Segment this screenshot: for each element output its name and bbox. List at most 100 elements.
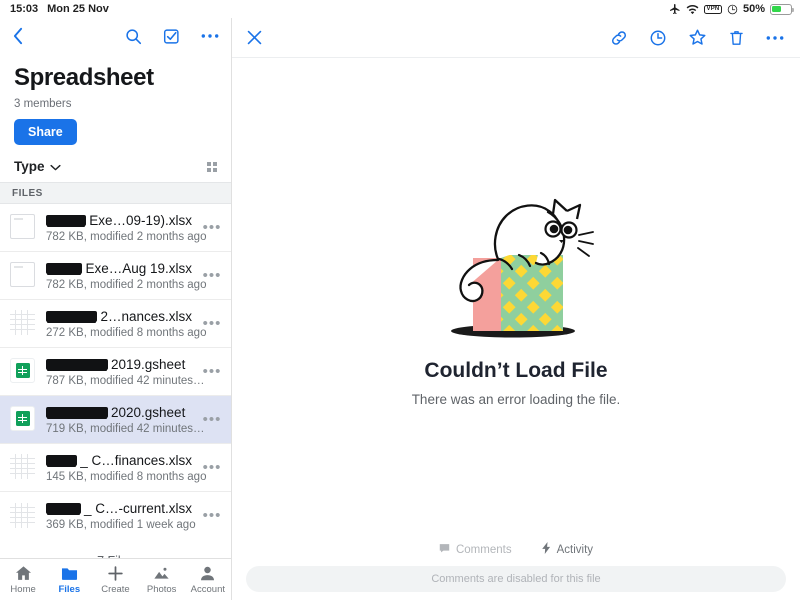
row-more-icon[interactable]: ••• [201,220,223,235]
file-name: _ C…-current.xlsx [46,501,192,516]
wifi-icon [686,4,699,15]
error-state: Couldn’t Load File There was an error lo… [232,58,800,536]
file-subtitle: 782 KB, modified 2 months ago [46,230,207,243]
status-time: 15:03 [10,3,39,15]
status-bar-left: 15:03 Mon 25 Nov [10,3,109,15]
spreadsheet-grid-thumbnail [10,502,37,530]
row-more-icon[interactable]: ••• [201,268,223,283]
sidebar-toolbar [0,18,231,54]
file-name: _ C…finances.xlsx [46,453,192,468]
cat-on-box-illustration [401,163,631,353]
trash-icon[interactable] [728,29,745,47]
spreadsheet-grid-thumbnail [10,310,37,337]
file-subtitle: 369 KB, modified 1 week ago [46,519,196,531]
type-filter-label: Type [14,159,45,174]
split-view: Spreadsheet 3 members Share Type FILES E… [0,18,800,600]
files-sidebar: Spreadsheet 3 members Share Type FILES E… [0,18,232,600]
file-meta: _ C…-current.xlsx 369 KB, modified 1 wee… [46,501,196,531]
comment-input[interactable]: Comments are disabled for this file [246,566,786,592]
file-meta: 2019.gsheet 787 KB, modified 42 minutes… [46,357,205,387]
list-item[interactable]: Exe…09-19).xlsx 782 KB, modified 2 month… [0,204,231,252]
sidebar-more-icon[interactable] [201,33,219,39]
clock-history-icon[interactable] [649,29,667,47]
star-icon[interactable] [688,28,707,47]
bottom-tab-bar: Home Files Create Photos Account [0,558,231,600]
blank-document-thumbnail [10,214,37,241]
list-item-selected[interactable]: 2020.gsheet 719 KB, modified 42 minutes…… [0,396,231,444]
footer-tabs: Comments Activity [232,536,800,566]
file-name: Exe…09-19).xlsx [46,213,192,228]
file-preview-pane: Couldn’t Load File There was an error lo… [232,18,800,600]
share-button[interactable]: Share [14,119,77,145]
row-more-icon[interactable]: ••• [201,364,223,379]
list-item[interactable]: _ C…finances.xlsx 145 KB, modified 8 mon… [0,444,231,492]
file-meta: Exe…Aug 19.xlsx 782 KB, modified 2 month… [46,260,207,291]
row-more-icon[interactable]: ••• [201,316,223,331]
location-icon [727,4,738,15]
file-subtitle: 787 KB, modified 42 minutes… [46,374,205,387]
airplane-icon [669,3,681,15]
member-count: 3 members [14,98,72,110]
redaction-bar [46,262,83,274]
redaction-bar [46,214,87,226]
list-item[interactable]: Exe…Aug 19.xlsx 782 KB, modified 2 month… [0,252,231,300]
row-more-icon[interactable]: ••• [201,460,223,475]
status-date: Mon 25 Nov [47,3,109,15]
tab-files[interactable]: Files [46,564,92,595]
preview-more-icon[interactable] [766,35,784,41]
tab-home[interactable]: Home [0,564,46,595]
preview-footer: Comments Activity Comments are disabled … [232,536,800,600]
redaction-bar [46,358,108,370]
tab-account[interactable]: Account [185,564,231,595]
redaction-bar [46,406,108,418]
row-more-icon[interactable]: ••• [201,508,223,523]
close-icon[interactable] [246,29,263,46]
file-subtitle: 782 KB, modified 2 months ago [46,278,207,291]
file-list[interactable]: Exe…09-19).xlsx 782 KB, modified 2 month… [0,204,231,558]
activity-tab[interactable]: Activity [541,542,594,557]
vpn-badge: VPN [704,4,722,14]
tab-label: Files [58,584,81,595]
error-title: Couldn’t Load File [424,359,608,382]
file-count-label: 7 Files [0,540,231,558]
google-sheets-icon [10,406,37,433]
file-meta: _ C…finances.xlsx 145 KB, modified 8 mon… [46,453,206,483]
tab-photos[interactable]: Photos [139,564,185,595]
tab-label: Create [101,584,130,595]
activity-bolt-icon [541,542,551,557]
file-name-text: 2…nances.xlsx [100,308,192,324]
search-icon[interactable] [125,28,142,45]
comment-input-placeholder: Comments are disabled for this file [431,573,601,585]
comments-tab-label: Comments [455,543,512,556]
file-name-text: Exe…Aug 19.xlsx [85,260,192,276]
spreadsheet-grid-thumbnail [10,454,37,481]
back-chevron-icon[interactable] [12,27,24,45]
list-item[interactable]: 2…nances.xlsx 272 KB, modified 8 months … [0,300,231,348]
file-meta: 2020.gsheet 719 KB, modified 42 minutes… [46,405,205,435]
tablet-screen: 15:03 Mon 25 Nov VPN 50% Spreadsheet 3 m… [0,0,800,600]
list-item[interactable]: _ C…-current.xlsx 369 KB, modified 1 wee… [0,492,231,540]
list-item[interactable]: 2019.gsheet 787 KB, modified 42 minutes…… [0,348,231,396]
file-name-text: _ C…finances.xlsx [80,452,192,468]
comments-tab[interactable]: Comments [439,543,512,557]
row-more-icon[interactable]: ••• [201,412,223,427]
link-icon[interactable] [610,29,628,47]
grid-view-icon[interactable] [207,161,217,172]
filter-row: Type [0,145,231,182]
tab-label: Account [190,584,225,595]
tab-create[interactable]: Create [92,564,138,595]
file-meta: Exe…09-19).xlsx 782 KB, modified 2 month… [46,213,207,243]
type-filter[interactable]: Type [14,159,61,174]
checkbox-select-icon[interactable] [163,28,180,45]
preview-toolbar [232,18,800,58]
activity-tab-label: Activity [556,543,594,556]
battery-icon [770,3,794,15]
page-title: Spreadsheet [14,64,154,91]
file-name-text: _ C…-current.xlsx [83,501,192,516]
file-name: 2019.gsheet [46,357,192,372]
redaction-bar [46,503,81,514]
files-section-header: FILES [0,182,231,204]
redaction-bar [46,310,98,322]
tab-label: Home [10,584,36,595]
sidebar-header: Spreadsheet 3 members Share [0,54,231,145]
